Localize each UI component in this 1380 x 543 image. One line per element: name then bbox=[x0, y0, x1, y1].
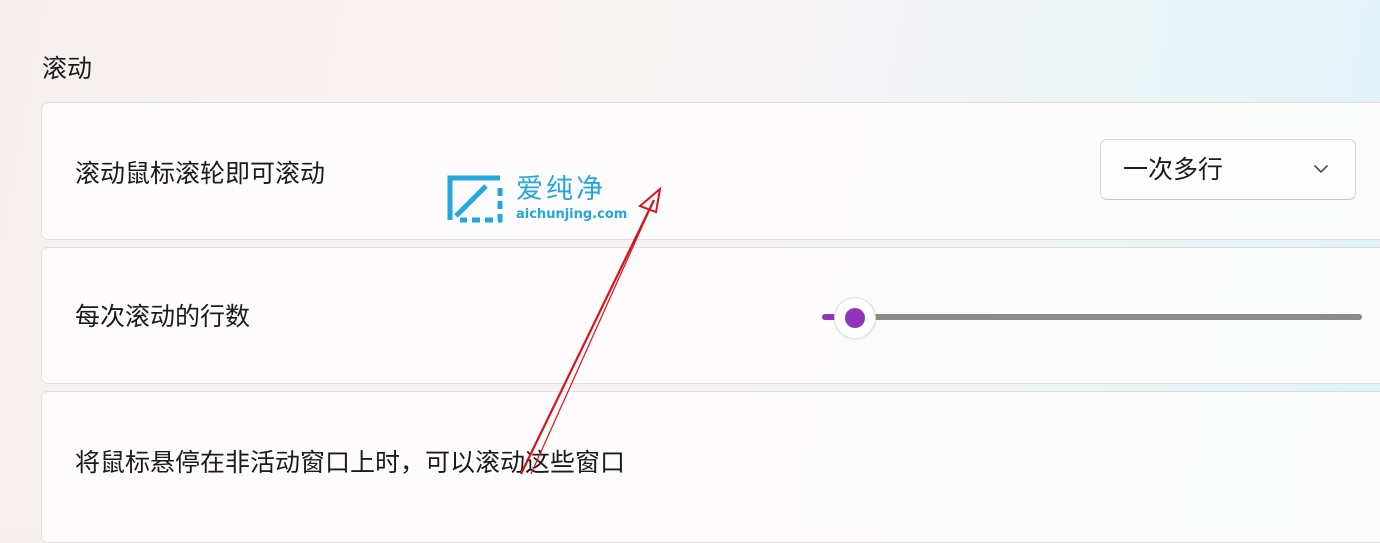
watermark: 爱纯净 aichunjing.com bbox=[446, 174, 646, 226]
slider-thumb[interactable] bbox=[835, 298, 875, 338]
scroll-mode-dropdown[interactable]: 一次多行 bbox=[1100, 139, 1356, 200]
scroll-wheel-label: 滚动鼠标滚轮即可滚动 bbox=[75, 159, 326, 188]
slider-track[interactable] bbox=[858, 314, 1362, 320]
watermark-title: 爱纯净 bbox=[516, 174, 606, 205]
scroll-wheel-setting-card: 滚动鼠标滚轮即可滚动 一次多行 bbox=[41, 102, 1380, 240]
lines-per-scroll-setting-card: 每次滚动的行数 bbox=[41, 247, 1380, 384]
lines-per-scroll-label: 每次滚动的行数 bbox=[75, 302, 251, 331]
lines-per-scroll-slider[interactable] bbox=[822, 298, 1362, 338]
watermark-logo-icon bbox=[447, 175, 503, 223]
inactive-window-scroll-label: 将鼠标悬停在非活动窗口上时，可以滚动这些窗口 bbox=[75, 448, 626, 477]
chevron-down-icon bbox=[1314, 165, 1328, 173]
scroll-mode-dropdown-value: 一次多行 bbox=[1123, 155, 1224, 184]
watermark-url: aichunjing.com bbox=[516, 207, 628, 222]
inactive-window-scroll-setting-card: 将鼠标悬停在非活动窗口上时，可以滚动这些窗口 bbox=[41, 391, 1380, 543]
section-title: 滚动 bbox=[42, 54, 93, 83]
